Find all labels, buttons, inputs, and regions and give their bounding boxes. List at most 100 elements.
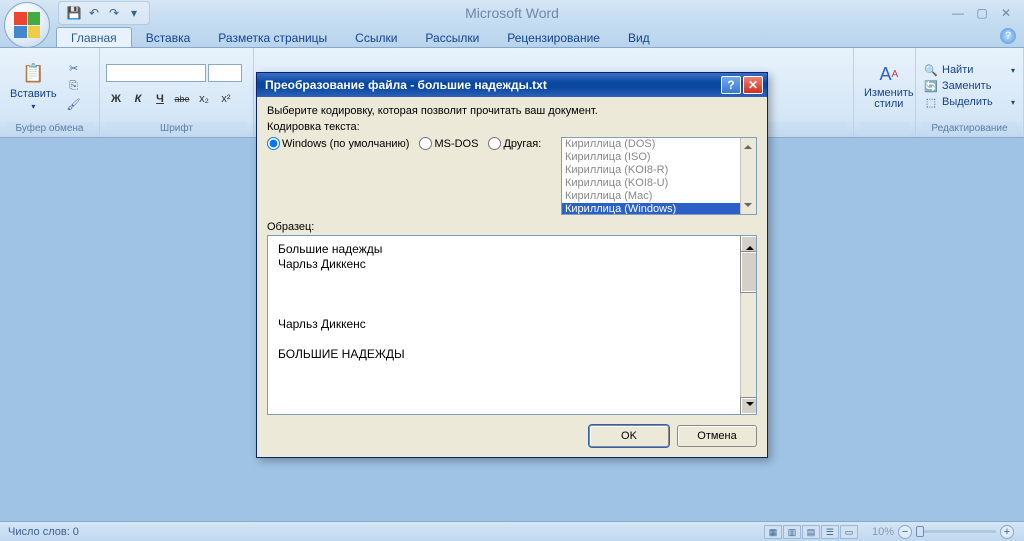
zoom-level[interactable]: 10% (872, 526, 894, 538)
sample-preview: Большие надежды Чарльз Диккенс Чарльз Ди… (267, 235, 757, 415)
zoom-in-button[interactable]: + (1000, 525, 1014, 539)
view-draft[interactable]: ▭ (840, 525, 858, 539)
font-size-combo[interactable] (208, 64, 242, 82)
quick-access-toolbar: 💾 ↶ ↷ ▾ (58, 1, 150, 25)
dialog-titlebar[interactable]: Преобразование файла - большие надежды.t… (257, 73, 767, 97)
font-group-label: Шрифт (106, 122, 247, 135)
radio-windows[interactable]: Windows (по умолчанию) (267, 137, 409, 150)
group-styles: AA Изменить стили (854, 48, 916, 137)
bold-button[interactable]: Ж (106, 90, 126, 108)
radio-other[interactable]: Другая: (488, 137, 541, 150)
replace-icon: 🔄 (924, 80, 938, 93)
encoding-option-selected[interactable]: Кириллица (Windows) (562, 203, 756, 215)
italic-button[interactable]: К (128, 90, 148, 108)
redo-icon[interactable]: ↷ (105, 4, 123, 22)
save-icon[interactable]: 💾 (65, 4, 83, 22)
encoding-option[interactable]: Кириллица (KOI8-U) (562, 177, 756, 190)
change-styles-button[interactable]: AA Изменить стили (860, 58, 918, 114)
scroll-up-icon[interactable] (741, 236, 757, 252)
cut-icon[interactable]: ✂ (65, 60, 83, 76)
encoding-option[interactable]: Кириллица (ISO) (562, 151, 756, 164)
office-logo-icon (14, 12, 40, 38)
help-icon[interactable]: ? (1000, 28, 1016, 44)
dialog-prompt: Выберите кодировку, которая позволит про… (267, 105, 757, 117)
find-icon: 🔍 (924, 64, 938, 77)
encoding-scrollbar[interactable] (740, 138, 756, 214)
zoom-slider[interactable] (916, 530, 996, 533)
view-buttons: ▦ ▥ ▤ ☰ ▭ (764, 525, 862, 539)
radio-windows-label: Windows (по умолчанию) (282, 138, 409, 150)
tab-review[interactable]: Рецензирование (493, 28, 614, 47)
radio-other-input[interactable] (488, 137, 501, 150)
dialog-button-row: OK Отмена (267, 425, 757, 447)
find-button[interactable]: 🔍Найти▾ (922, 63, 1017, 78)
group-clipboard: 📋 Вставить ▾ ✂ ⎘ 🖌 Буфер обмена (0, 48, 100, 137)
find-label: Найти (942, 64, 973, 76)
sample-scrollbar[interactable] (740, 236, 756, 414)
word-count[interactable]: Число слов: 0 (0, 526, 87, 538)
dialog-close-button[interactable]: ✕ (743, 76, 763, 94)
zoom-out-button[interactable]: − (898, 525, 912, 539)
ribbon-tabs: Главная Вставка Разметка страницы Ссылки… (0, 26, 1024, 48)
copy-icon[interactable]: ⎘ (65, 78, 83, 94)
titlebar: 💾 ↶ ↷ ▾ Microsoft Word — ▢ ✕ (0, 0, 1024, 26)
clipboard-group-label: Буфер обмена (6, 122, 93, 135)
encoding-option[interactable]: Кириллица (KOI8-R) (562, 164, 756, 177)
view-reading[interactable]: ▥ (783, 525, 801, 539)
dialog-body: Выберите кодировку, которая позволит про… (257, 97, 767, 457)
cancel-button[interactable]: Отмена (677, 425, 757, 447)
paste-icon: 📋 (21, 62, 45, 86)
tab-layout[interactable]: Разметка страницы (204, 28, 341, 47)
minimize-button[interactable]: — (950, 6, 966, 20)
select-button[interactable]: ⬚Выделить▾ (922, 95, 1017, 110)
sample-label: Образец: (267, 221, 757, 233)
view-web[interactable]: ▤ (802, 525, 820, 539)
replace-label: Заменить (942, 80, 991, 92)
office-button[interactable] (4, 2, 50, 48)
ok-button[interactable]: OK (589, 425, 669, 447)
tab-home[interactable]: Главная (56, 27, 132, 47)
paste-button[interactable]: 📋 Вставить ▾ (6, 58, 61, 115)
group-editing: 🔍Найти▾ 🔄Заменить ⬚Выделить▾ Редактирова… (916, 48, 1024, 137)
dialog-help-button[interactable]: ? (721, 76, 741, 94)
superscript-button[interactable]: x² (216, 90, 236, 108)
radio-windows-input[interactable] (267, 137, 280, 150)
view-print-layout[interactable]: ▦ (764, 525, 782, 539)
styles-icon: AA (877, 62, 901, 86)
sample-text: Большие надежды Чарльз Диккенс Чарльз Ди… (278, 242, 405, 361)
radio-other-label: Другая: (503, 138, 541, 150)
encoding-option[interactable]: Кириллица (DOS) (562, 138, 756, 151)
select-icon: ⬚ (924, 96, 938, 109)
encoding-option[interactable]: Кириллица (Mac) (562, 190, 756, 203)
select-label: Выделить (942, 96, 993, 108)
font-family-combo[interactable] (106, 64, 206, 82)
encoding-list[interactable]: Кириллица (DOS) Кириллица (ISO) Кириллиц… (561, 137, 757, 215)
tab-insert[interactable]: Вставка (132, 28, 205, 47)
paste-label: Вставить (10, 88, 57, 100)
replace-button[interactable]: 🔄 Заменить (922, 79, 1017, 94)
scroll-thumb[interactable] (741, 252, 757, 292)
format-painter-icon[interactable]: 🖌 (65, 96, 83, 112)
close-button[interactable]: ✕ (998, 6, 1014, 20)
tab-view[interactable]: Вид (614, 28, 664, 47)
statusbar: Число слов: 0 ▦ ▥ ▤ ☰ ▭ 10% − + (0, 521, 1024, 541)
radio-msdos-label: MS-DOS (434, 138, 478, 150)
tab-references[interactable]: Ссылки (341, 28, 411, 47)
window-controls: — ▢ ✕ (950, 6, 1024, 20)
view-outline[interactable]: ☰ (821, 525, 839, 539)
encoding-radio-row: Windows (по умолчанию) MS-DOS Другая: Ки… (267, 137, 757, 215)
encoding-label: Кодировка текста: (267, 121, 757, 133)
underline-button[interactable]: Ч (150, 90, 170, 108)
radio-msdos[interactable]: MS-DOS (419, 137, 478, 150)
subscript-button[interactable]: x₂ (194, 90, 214, 108)
radio-msdos-input[interactable] (419, 137, 432, 150)
zoom-thumb[interactable] (916, 526, 924, 537)
strike-button[interactable]: abe (172, 90, 192, 108)
maximize-button[interactable]: ▢ (974, 6, 990, 20)
undo-icon[interactable]: ↶ (85, 4, 103, 22)
tab-mailings[interactable]: Рассылки (411, 28, 493, 47)
qat-dropdown-icon[interactable]: ▾ (125, 4, 143, 22)
styles-group-label (860, 122, 909, 135)
scroll-down-icon[interactable] (741, 398, 757, 414)
zoom-controls: 10% − + (862, 525, 1024, 539)
